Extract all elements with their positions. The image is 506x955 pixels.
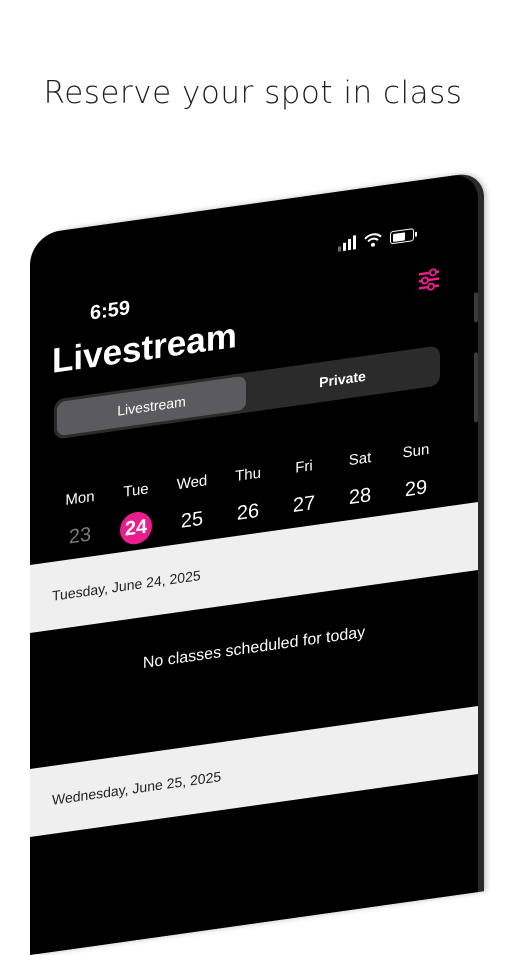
page-title: Livestream — [52, 315, 237, 381]
day-number: 28 — [348, 484, 372, 510]
day-number: 24 — [120, 509, 152, 547]
day-number: 26 — [236, 499, 260, 525]
day-tue[interactable]: Tue 24 — [108, 478, 164, 548]
day-name: Sat — [348, 449, 372, 470]
segment-private[interactable]: Private — [248, 349, 437, 410]
day-thu[interactable]: Thu 26 — [220, 462, 276, 532]
sliders-icon[interactable] — [418, 267, 440, 292]
day-name: Sun — [402, 440, 430, 462]
battery-icon — [390, 228, 414, 245]
day-sun[interactable]: Sun 29 — [388, 439, 444, 509]
date-header-label: Wednesday, June 25, 2025 — [52, 768, 222, 808]
status-time: 6:59 — [90, 296, 131, 325]
day-number: 23 — [68, 523, 92, 549]
date-header: Wednesday, June 25, 2025 — [30, 706, 478, 837]
day-name: Fri — [295, 457, 313, 477]
phone-screen: 6:59 Livestream Livestream Private Mon 2… — [30, 172, 478, 955]
page-headline: Reserve your spot in class — [43, 75, 463, 111]
day-number: 27 — [292, 491, 316, 518]
day-wed[interactable]: Wed 25 — [164, 470, 220, 540]
day-name: Thu — [235, 464, 261, 486]
day-name: Mon — [65, 487, 95, 510]
day-fri[interactable]: Fri 27 — [276, 455, 332, 525]
date-header-label: Tuesday, June 24, 2025 — [52, 567, 201, 604]
day-number: 29 — [404, 476, 428, 502]
phone-side-button — [474, 352, 478, 423]
segment-livestream[interactable]: Livestream — [57, 375, 246, 437]
day-number: 25 — [180, 507, 204, 533]
wifi-icon — [364, 233, 382, 247]
day-name: Wed — [176, 472, 208, 494]
phone-side-button — [474, 292, 478, 323]
day-name: Tue — [123, 480, 149, 501]
signal-icon — [338, 235, 356, 252]
day-mon[interactable]: Mon 23 — [52, 486, 108, 556]
day-sat[interactable]: Sat 28 — [332, 447, 388, 517]
status-icons — [338, 227, 414, 252]
